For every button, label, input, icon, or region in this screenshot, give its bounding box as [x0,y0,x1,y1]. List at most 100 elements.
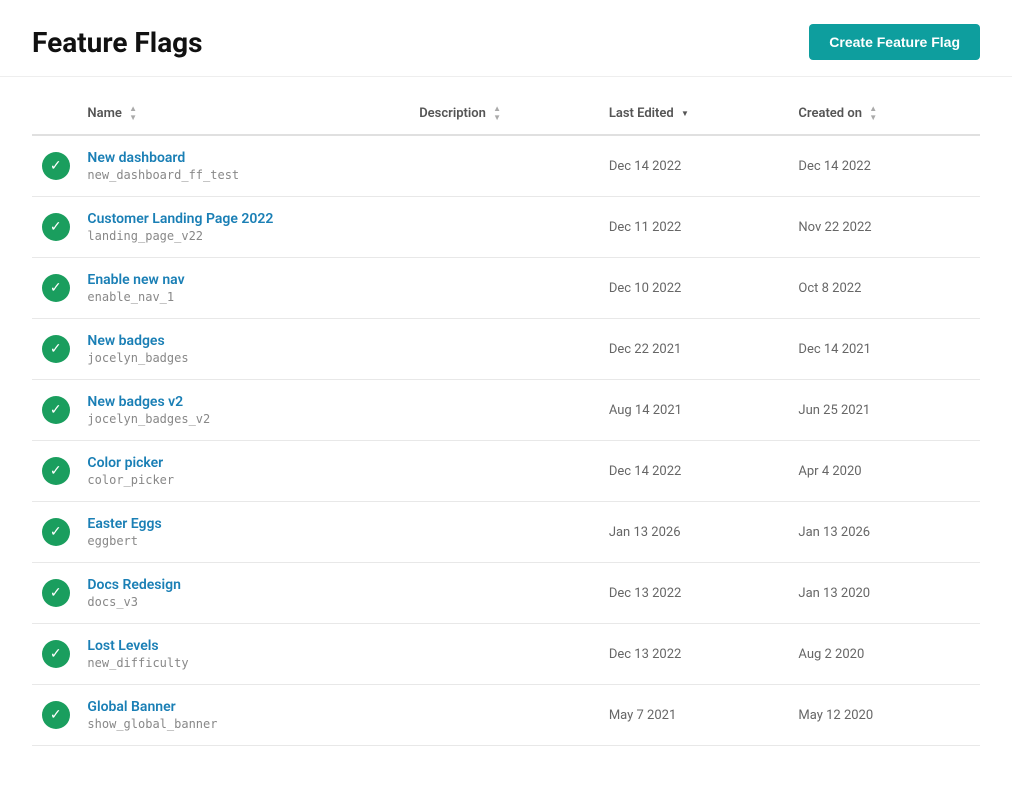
last-edited-cell: Dec 14 2022 [601,135,791,197]
page-title: Feature Flags [32,26,203,59]
enabled-icon[interactable]: ✓ [42,579,70,607]
flag-key: landing_page_v22 [87,229,403,243]
flag-key: color_picker [87,473,403,487]
flag-name-link[interactable]: New dashboard [87,150,403,166]
table-row[interactable]: ✓Docs Redesigndocs_v3Dec 13 2022Jan 13 2… [32,563,980,624]
last-edited-cell: Dec 11 2022 [601,197,791,258]
last-edited-sort-icon: ▼ [681,110,689,118]
flag-key: new_difficulty [87,656,403,670]
enabled-icon[interactable]: ✓ [42,213,70,241]
enabled-cell: ✓ [32,319,79,380]
feature-flags-table: Name ▲▼ Description ▲▼ Last Edited ▼ [32,93,980,746]
name-cell: Easter Eggs eggbert [79,502,411,563]
last-edited-cell: Dec 13 2022 [601,624,791,685]
description-sort-icon: ▲▼ [493,105,501,122]
flag-key: show_global_banner [87,717,403,731]
name-cell: New badges v2 jocelyn_badges_v2 [79,380,411,441]
last-edited-cell: Dec 13 2022 [601,563,791,624]
table-row[interactable]: ✓ Color picker color_picker Dec 14 2022Apr … [32,441,980,502]
description-cell [411,563,601,624]
col-header-check [32,93,79,135]
table-body: ✓ New dashboard new_dashboard_ff_test Dec 1… [32,135,980,746]
flag-name-link[interactable]: New badges [87,333,403,349]
name-cell: Lost Levels new_difficulty [79,624,411,685]
col-header-last-edited[interactable]: Last Edited ▼ [601,93,791,135]
last-edited-cell: Dec 14 2022 [601,441,791,502]
enabled-cell: ✓ [32,258,79,319]
name-cell: Customer Landing Page 2022 landing_page_v… [79,197,411,258]
flag-name-link[interactable]: Docs Redesign [87,577,403,593]
table-row[interactable]: ✓ Global Banner show_global_banner May 7 20… [32,685,980,746]
created-on-cell: Apr 4 2020 [790,441,980,502]
enabled-cell: ✓ [32,685,79,746]
flag-key: eggbert [87,534,403,548]
enabled-icon[interactable]: ✓ [42,701,70,729]
created-on-cell: Dec 14 2022 [790,135,980,197]
table-row[interactable]: ✓ Lost Levels new_difficulty Dec 13 2022Aug… [32,624,980,685]
description-cell [411,197,601,258]
col-header-name[interactable]: Name ▲▼ [79,93,411,135]
name-cell: Enable new navenable_nav_1 [79,258,411,319]
enabled-cell: ✓ [32,563,79,624]
created-on-cell: May 12 2020 [790,685,980,746]
last-edited-cell: Dec 10 2022 [601,258,791,319]
create-feature-flag-button[interactable]: Create Feature Flag [809,24,980,60]
table-container: Name ▲▼ Description ▲▼ Last Edited ▼ [0,77,1012,762]
name-cell: New dashboard new_dashboard_ff_test [79,135,411,197]
col-header-created-on[interactable]: Created on ▲▼ [790,93,980,135]
col-header-description[interactable]: Description ▲▼ [411,93,601,135]
enabled-cell: ✓ [32,197,79,258]
description-cell [411,685,601,746]
last-edited-cell: Dec 22 2021 [601,319,791,380]
flag-name-link[interactable]: Color picker [87,455,403,471]
created-on-cell: Jun 25 2021 [790,380,980,441]
flag-key: new_dashboard_ff_test [87,168,403,182]
table-row[interactable]: ✓ Easter Eggs eggbert Jan 13 2026Jan 13 202… [32,502,980,563]
table-row[interactable]: ✓ Enable new navenable_nav_1 Dec 10 2022Oc… [32,258,980,319]
page-header: Feature Flags Create Feature Flag [0,0,1012,77]
table-row[interactable]: ✓ Customer Landing Page 2022 landing_page_… [32,197,980,258]
enabled-icon[interactable]: ✓ [42,152,70,180]
enabled-icon[interactable]: ✓ [42,335,70,363]
flag-name-link[interactable]: Customer Landing Page 2022 [87,211,403,227]
flag-name-link[interactable]: New badges v2 [87,394,403,410]
flag-name-link[interactable]: Enable new nav [87,272,403,288]
flag-name-link[interactable]: Easter Eggs [87,516,403,532]
last-edited-cell: May 7 2021 [601,685,791,746]
created-on-cell: Dec 14 2021 [790,319,980,380]
description-cell [411,319,601,380]
enabled-icon[interactable]: ✓ [42,274,70,302]
enabled-icon[interactable]: ✓ [42,518,70,546]
flag-name-link[interactable]: Global Banner [87,699,403,715]
flag-key: jocelyn_badges_v2 [87,412,403,426]
description-cell [411,258,601,319]
created-on-cell: Nov 22 2022 [790,197,980,258]
enabled-icon[interactable]: ✓ [42,457,70,485]
created-on-cell: Jan 13 2026 [790,502,980,563]
name-cell: Color picker color_picker [79,441,411,502]
enabled-cell: ✓ [32,441,79,502]
enabled-cell: ✓ [32,502,79,563]
table-row[interactable]: ✓ New dashboard new_dashboard_ff_test Dec 1… [32,135,980,197]
name-cell: New badges jocelyn_badges [79,319,411,380]
created-on-sort-icon: ▲▼ [869,105,877,122]
last-edited-cell: Jan 13 2026 [601,502,791,563]
description-cell [411,380,601,441]
flag-key: docs_v3 [87,595,403,609]
enabled-icon[interactable]: ✓ [42,640,70,668]
created-on-cell: Oct 8 2022 [790,258,980,319]
name-cell: Global Banner show_global_banner [79,685,411,746]
name-cell: Docs Redesign docs_v3 [79,563,411,624]
table-row[interactable]: ✓ New badges jocelyn_badges Dec 22 2021Dec … [32,319,980,380]
flag-name-link[interactable]: Lost Levels [87,638,403,654]
enabled-icon[interactable]: ✓ [42,396,70,424]
description-cell [411,441,601,502]
flag-key: jocelyn_badges [87,351,403,365]
table-row[interactable]: ✓ New badges v2 jocelyn_badges_v2 Aug 14 20… [32,380,980,441]
last-edited-cell: Aug 14 2021 [601,380,791,441]
description-cell [411,624,601,685]
description-cell [411,502,601,563]
table-header-row: Name ▲▼ Description ▲▼ Last Edited ▼ [32,93,980,135]
created-on-cell: Aug 2 2020 [790,624,980,685]
description-cell [411,135,601,197]
